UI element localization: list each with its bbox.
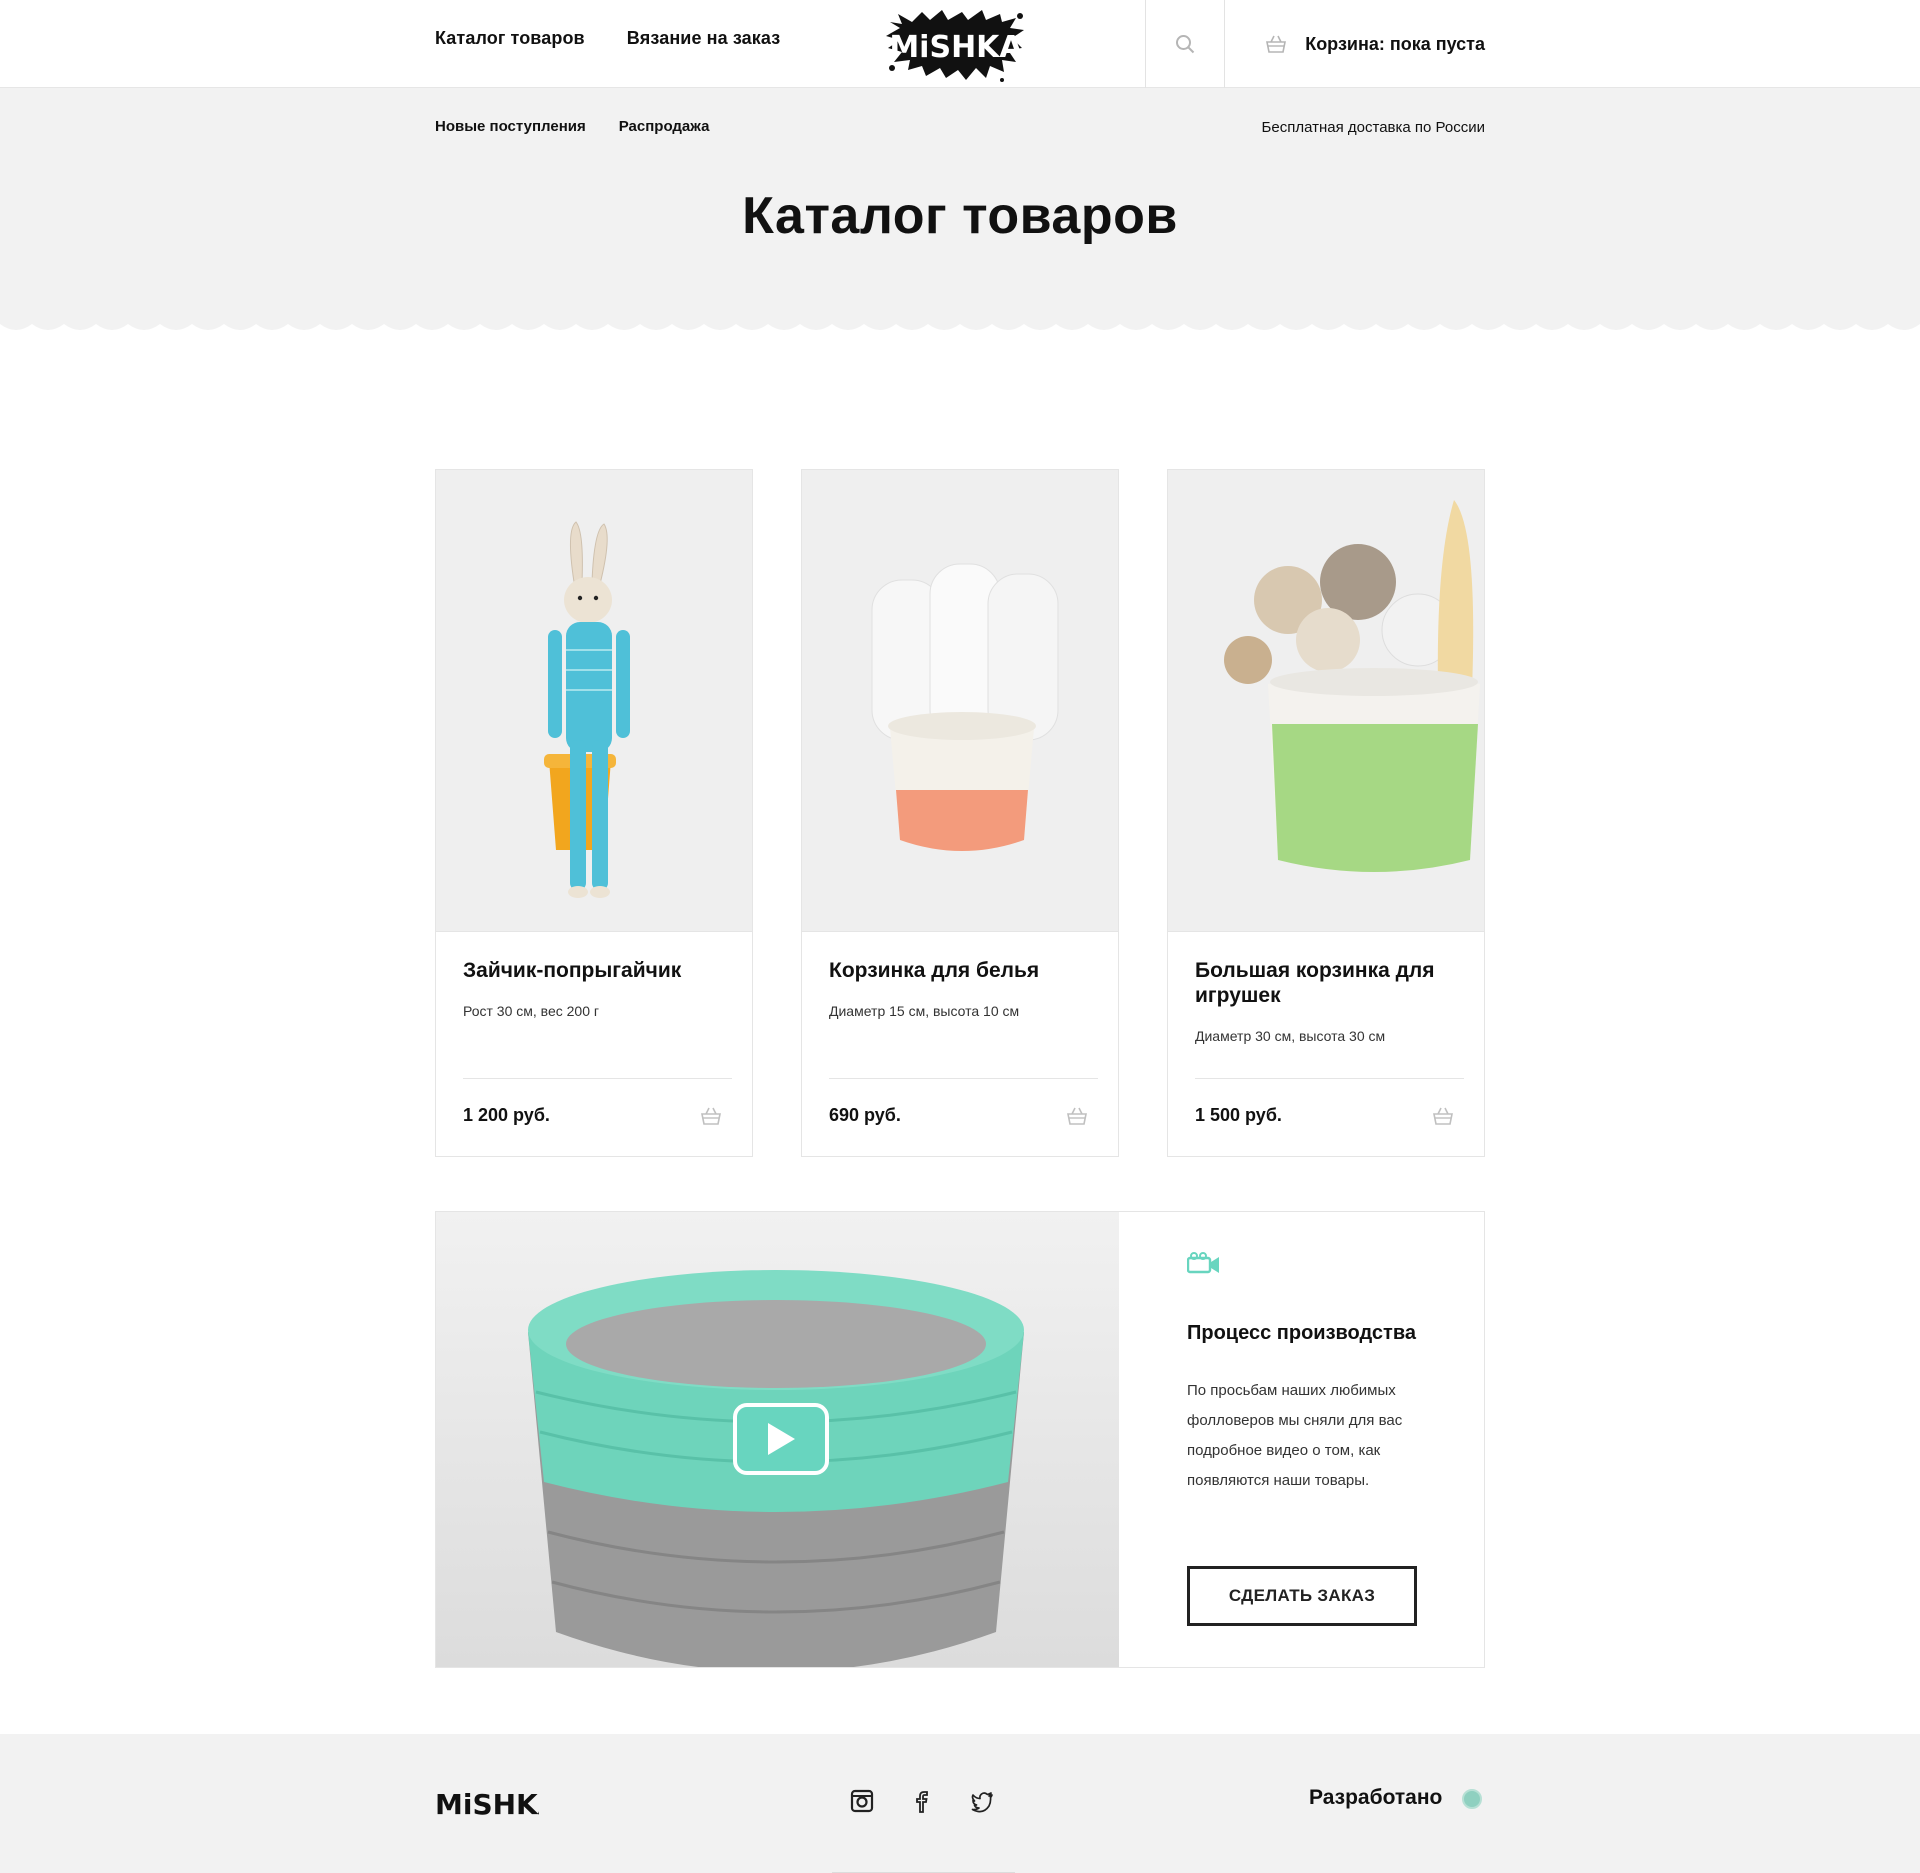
video-title: Процесс производства	[1187, 1322, 1417, 1344]
subnav-new-arrivals-link[interactable]: Новые поступления	[435, 118, 586, 135]
order-button[interactable]: СДЕЛАТЬ ЗАКАЗ	[1187, 1566, 1417, 1626]
product-photo[interactable]	[1168, 470, 1484, 932]
play-button[interactable]	[733, 1403, 829, 1475]
cart-icon	[1266, 35, 1287, 53]
product-photo[interactable]	[802, 470, 1118, 932]
product-card[interactable]: Большая корзинка для игрушек Диаметр 30 …	[1167, 469, 1485, 1157]
product-card[interactable]: Корзинка для белья Диаметр 15 см, высота…	[801, 469, 1119, 1157]
video-description: По просьбам наших любимых фолловеров мы …	[1187, 1382, 1403, 1489]
site-header: Каталог товаров Вязание на заказ MiSHKA	[0, 0, 1920, 88]
wave-divider	[0, 316, 1920, 330]
developed-by-text: Разработано	[1309, 1786, 1443, 1809]
developer-logo-icon[interactable]	[1462, 1789, 1482, 1809]
cart-status-text: Корзина: пока пуста	[1305, 33, 1485, 54]
video-camera-icon	[1186, 1252, 1219, 1274]
nav-custom-knitting-link[interactable]: Вязание на заказ	[627, 28, 781, 49]
twitter-icon[interactable]	[970, 1789, 994, 1813]
subnav-sale-link[interactable]: Распродажа	[619, 118, 710, 135]
page-title: Каталог товаров	[742, 187, 1178, 245]
social-links	[850, 1789, 994, 1813]
add-to-cart-icon[interactable]	[1432, 1105, 1454, 1127]
product-title[interactable]: Корзинка для белья	[829, 958, 1098, 983]
main-nav: Каталог товаров Вязание на заказ	[435, 28, 780, 49]
search-button[interactable]	[1145, 0, 1225, 88]
sub-nav: Новые поступления Распродажа	[435, 118, 709, 135]
footer-logo[interactable]: MiSHKA	[435, 1786, 539, 1820]
instagram-icon[interactable]	[850, 1789, 874, 1813]
product-title[interactable]: Зайчик-попрыгайчик	[463, 958, 732, 983]
product-price: 1 200 руб.	[463, 1105, 550, 1125]
facebook-icon[interactable]	[910, 1789, 934, 1813]
search-icon	[1176, 35, 1195, 54]
product-photo[interactable]	[436, 470, 752, 932]
product-grid: Зайчик-попрыгайчик Рост 30 см, вес 200 г…	[435, 469, 1485, 1157]
product-title[interactable]: Большая корзинка для игрушек	[1195, 958, 1464, 1008]
free-delivery-text: Бесплатная доставка по России	[1261, 119, 1485, 136]
site-footer: MiSHKA Разработано	[0, 1734, 1920, 1873]
add-to-cart-icon[interactable]	[700, 1105, 722, 1127]
add-to-cart-icon[interactable]	[1066, 1105, 1088, 1127]
logo-text: MiSHKA	[889, 30, 1023, 65]
product-description: Диаметр 30 см, высота 30 см	[1195, 1028, 1386, 1044]
svg-text:MiSHKA: MiSHKA	[435, 1788, 539, 1820]
nav-catalog-link[interactable]: Каталог товаров	[435, 28, 585, 49]
hero-section: Новые поступления Распродажа Бесплатная …	[0, 88, 1920, 320]
production-video-section: Процесс производства По просьбам наших л…	[435, 1211, 1485, 1668]
play-icon	[768, 1423, 795, 1455]
product-price: 1 500 руб.	[1195, 1105, 1282, 1125]
product-description: Рост 30 см, вес 200 г	[463, 1003, 599, 1019]
product-price: 690 руб.	[829, 1105, 901, 1125]
product-description: Диаметр 15 см, высота 10 см	[829, 1003, 1020, 1019]
cart-button[interactable]: Корзина: пока пуста	[1245, 0, 1485, 88]
product-card[interactable]: Зайчик-попрыгайчик Рост 30 см, вес 200 г…	[435, 469, 753, 1157]
site-logo[interactable]: MiSHKA	[882, 8, 1030, 84]
video-preview[interactable]	[436, 1212, 1119, 1667]
